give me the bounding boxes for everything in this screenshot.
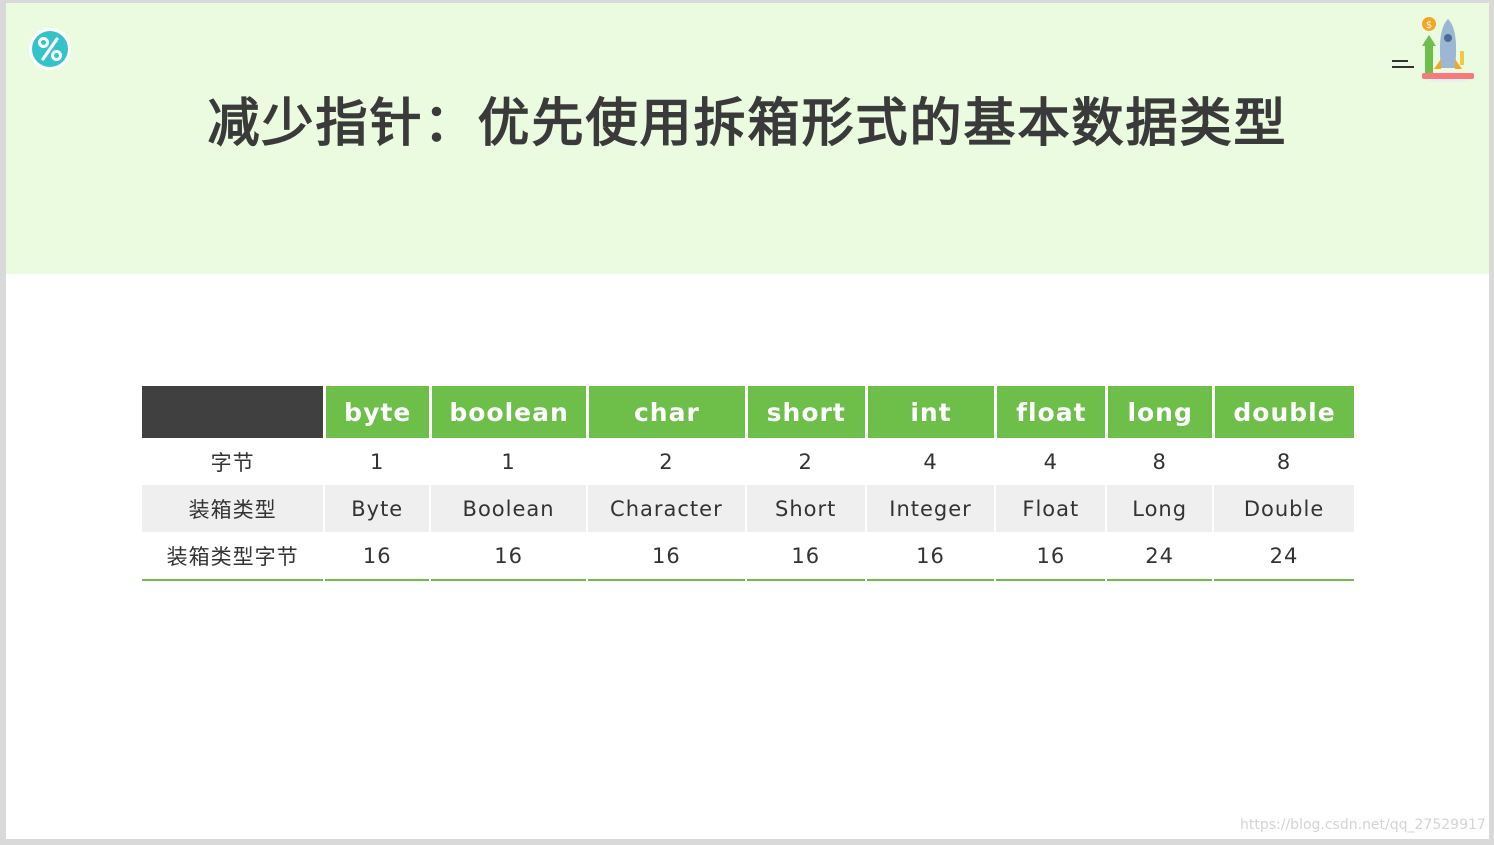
data-table: byte boolean char short int float long d…: [140, 386, 1356, 581]
table-cell: 16: [996, 532, 1106, 581]
row-label: 装箱类型字节: [142, 532, 324, 581]
table-cell: Float: [996, 485, 1106, 532]
watermark: https://blog.csdn.net/qq_27529917: [1240, 817, 1486, 833]
table-cell: 16: [746, 532, 865, 581]
header-band: 减少指针：优先使用拆箱形式的基本数据类型 $: [6, 3, 1489, 274]
table-cell: 8: [1152, 449, 1167, 474]
table-cell: 4: [923, 449, 938, 474]
column-header: byte: [325, 386, 430, 438]
page-title: 减少指针：优先使用拆箱形式的基本数据类型: [207, 94, 1288, 154]
table-cell: 24: [1214, 532, 1354, 581]
table-cell: 1: [370, 449, 385, 474]
table-cell: 24: [1107, 532, 1213, 581]
slide: 减少指针：优先使用拆箱形式的基本数据类型 $ byte boolean char: [6, 3, 1489, 839]
table-cell: Long: [1107, 485, 1213, 532]
column-header: int: [866, 386, 995, 438]
table-cell: 4: [1043, 449, 1059, 474]
rocket-growth-icon: $: [1392, 17, 1475, 82]
table-cell: 16: [431, 532, 586, 581]
table-corner-cell: [142, 386, 324, 438]
table-row: 字节 1 1 2 2 4 4 8 8: [142, 438, 1354, 485]
column-header: float: [996, 386, 1106, 438]
table-cell: 16: [866, 532, 995, 581]
table-cell: 1: [501, 449, 516, 474]
column-header: char: [588, 386, 745, 438]
table-cell: 2: [659, 449, 674, 474]
table-cell: 16: [325, 532, 430, 581]
percent-icon: [29, 28, 71, 70]
table-row: 装箱类型 Byte Boolean Character Short Intege…: [142, 485, 1354, 532]
column-header: boolean: [431, 386, 586, 438]
table-cell: 2: [798, 449, 813, 474]
table-row: 装箱类型字节 16 16 16 16 16 16 24 24: [142, 532, 1354, 581]
table-header-row: byte boolean char short int float long d…: [142, 386, 1354, 438]
table-cell: Boolean: [431, 485, 586, 532]
column-header: short: [746, 386, 865, 438]
table-cell: 16: [588, 532, 745, 581]
table-cell: Double: [1214, 485, 1354, 532]
column-header: double: [1214, 386, 1354, 438]
table-cell: Character: [588, 485, 745, 532]
row-label: 字节: [210, 450, 255, 475]
table-cell: Short: [746, 485, 865, 532]
row-label: 装箱类型: [142, 485, 324, 532]
svg-text:$: $: [1426, 20, 1432, 31]
table-cell: Byte: [325, 485, 430, 532]
table-cell: Integer: [866, 485, 995, 532]
column-header: long: [1107, 386, 1213, 438]
table-cell: 8: [1276, 449, 1292, 474]
